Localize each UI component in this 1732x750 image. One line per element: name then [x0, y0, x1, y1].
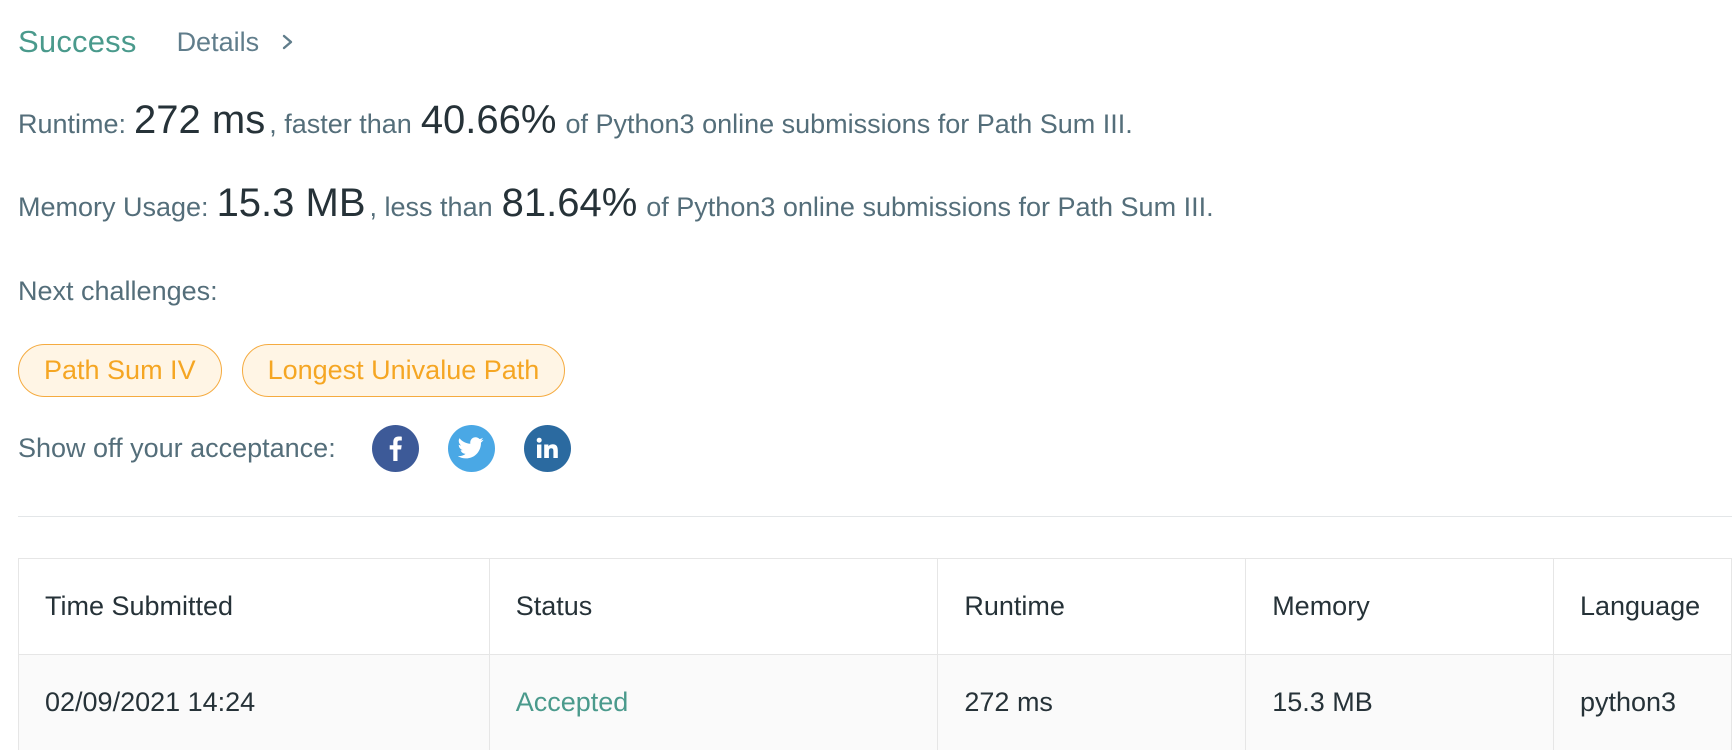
column-header-status: Status — [488, 558, 939, 655]
linkedin-icon — [536, 437, 559, 458]
section-divider — [18, 516, 1732, 517]
column-header-time-submitted: Time Submitted — [18, 558, 490, 655]
memory-value: 15.3 MB — [216, 181, 366, 225]
runtime-label: Runtime: — [18, 109, 127, 139]
runtime-stat: Runtime: 272 ms , faster than 40.66% of … — [18, 98, 1133, 143]
next-challenges-label: Next challenges: — [18, 276, 218, 306]
column-header-language: Language — [1552, 558, 1732, 655]
linkedin-share-button[interactable] — [523, 424, 571, 472]
memory-label: Memory Usage: — [18, 192, 209, 222]
runtime-value: 272 ms — [134, 98, 266, 142]
runtime-suffix: of Python3 online submissions for Path S… — [565, 109, 1133, 139]
twitter-icon — [458, 437, 484, 459]
details-link[interactable]: Details — [177, 27, 296, 58]
details-link-label: Details — [176, 26, 260, 57]
column-header-runtime: Runtime — [937, 558, 1247, 655]
memory-connector: , less than — [369, 192, 493, 222]
memory-stat: Memory Usage: 15.3 MB , less than 81.64%… — [18, 181, 1214, 226]
table-header-row: Time Submitted Status Runtime Memory Lan… — [18, 558, 1732, 655]
submissions-table: Time Submitted Status Runtime Memory Lan… — [18, 558, 1732, 750]
challenge-chip-path-sum-iv[interactable]: Path Sum IV — [18, 344, 222, 397]
facebook-share-button[interactable] — [371, 424, 419, 472]
runtime-connector: , faster than — [269, 109, 412, 139]
next-challenges-list: Path Sum IV Longest Univalue Path — [18, 344, 566, 397]
table-row: 02/09/2021 14:24 Accepted 272 ms 15.3 MB… — [18, 654, 1732, 750]
cell-language: python3 — [1552, 654, 1732, 750]
facebook-icon — [389, 436, 403, 461]
cell-memory: 15.3 MB — [1245, 654, 1554, 750]
result-status-title: Success — [18, 24, 137, 59]
twitter-share-button[interactable] — [447, 424, 495, 472]
cell-status-link[interactable]: Accepted — [488, 654, 939, 750]
result-header: Success Details — [18, 20, 295, 64]
share-section: Show off your acceptance: — [18, 424, 600, 472]
challenge-chip-longest-univalue-path[interactable]: Longest Univalue Path — [241, 344, 566, 397]
chevron-right-icon — [282, 34, 293, 50]
submission-result-page: Success Details Runtime: 272 ms , faster… — [0, 0, 1732, 750]
memory-suffix: of Python3 online submissions for Path S… — [646, 192, 1214, 222]
share-label: Show off your acceptance: — [18, 432, 336, 463]
cell-runtime: 272 ms — [937, 654, 1247, 750]
memory-percentile: 81.64% — [501, 181, 638, 225]
cell-time-submitted: 02/09/2021 14:24 — [18, 654, 490, 750]
column-header-memory: Memory — [1245, 558, 1554, 655]
runtime-percentile: 40.66% — [420, 98, 557, 142]
